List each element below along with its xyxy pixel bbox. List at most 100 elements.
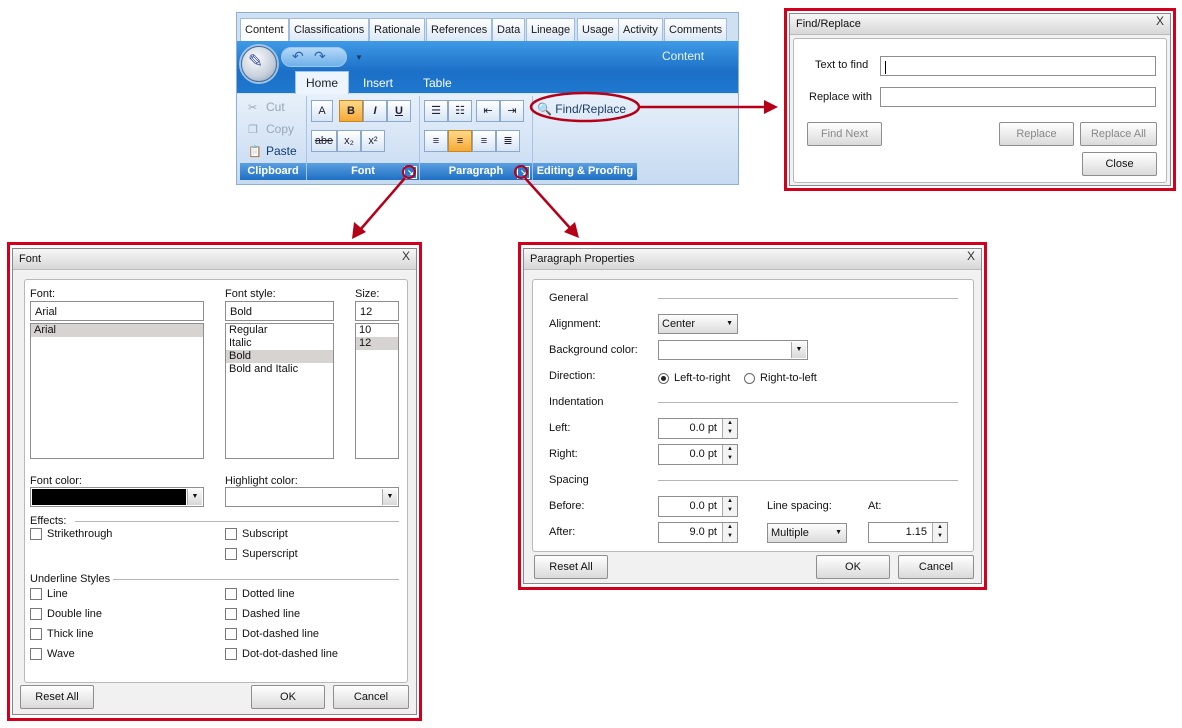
close-icon[interactable]: X	[1156, 14, 1164, 28]
checkbox-box	[30, 648, 42, 660]
paragraph-dialog: Paragraph Properties X General Alignment…	[523, 248, 982, 584]
indentation-divider	[658, 402, 958, 403]
background-color-picker[interactable]: ▼	[658, 340, 808, 360]
chevron-down-icon: ▼	[187, 489, 202, 505]
spacing-before-spinner[interactable]: 0.0 pt ▲ ▼	[658, 496, 738, 517]
font-list[interactable]: Arial	[30, 323, 204, 459]
font-color-picker[interactable]: ▼	[30, 487, 204, 507]
spin-up-icon[interactable]: ▲	[723, 497, 737, 506]
ok-button[interactable]: OK	[816, 555, 890, 579]
spin-down-icon[interactable]: ▼	[723, 532, 737, 541]
line-spacing-select[interactable]: Multiple ▼	[767, 523, 847, 543]
highlight-color-picker[interactable]: ▼	[225, 487, 399, 507]
checkbox-box	[225, 528, 237, 540]
list-item[interactable]: Italic	[226, 337, 333, 350]
checkbox-box	[225, 548, 237, 560]
arrowhead-find-replace	[764, 100, 778, 114]
checkbox-box	[30, 588, 42, 600]
font-input[interactable]: Arial	[30, 301, 204, 321]
indentation-heading: Indentation	[549, 396, 604, 408]
rtl-radio[interactable]: Right-to-left	[744, 372, 817, 384]
alignment-label: Alignment:	[549, 318, 601, 330]
strikethrough-checkbox[interactable]: Strikethrough	[30, 528, 112, 540]
spin-up-icon[interactable]: ▲	[723, 445, 737, 454]
find-replace-frame: Find/Replace X Text to find Replace with…	[784, 8, 1176, 191]
size-list[interactable]: 10 12	[355, 323, 399, 459]
checkbox-box	[225, 588, 237, 600]
underline-styles-label: Underline Styles	[30, 573, 111, 585]
line-spacing-at-spinner[interactable]: 1.15 ▲ ▼	[868, 522, 948, 543]
font-style-list[interactable]: Regular Italic Bold Bold and Italic	[225, 323, 334, 459]
line-spacing-label: Line spacing:	[767, 500, 832, 512]
dialog-title: Font	[13, 249, 416, 270]
size-label: Size:	[355, 288, 380, 300]
underline-dot-dashed-checkbox[interactable]: Dot-dashed line	[225, 628, 319, 640]
list-item[interactable]: 12	[356, 337, 398, 350]
alignment-select[interactable]: Center ▼	[658, 314, 738, 334]
effects-label: Effects:	[30, 515, 67, 527]
spin-down-icon[interactable]: ▼	[933, 532, 947, 541]
checkbox-box	[225, 608, 237, 620]
direction-label: Direction:	[549, 370, 596, 382]
chevron-down-icon: ▼	[791, 342, 806, 358]
ltr-radio[interactable]: Left-to-right	[658, 372, 730, 384]
replace-with-input[interactable]	[880, 87, 1156, 107]
dialog-title: Paragraph Properties	[524, 249, 981, 270]
underline-double-checkbox[interactable]: Double line	[30, 608, 102, 620]
background-color-label: Background color:	[549, 344, 638, 356]
spin-up-icon[interactable]: ▲	[723, 523, 737, 532]
close-icon[interactable]: X	[402, 249, 410, 263]
cancel-button[interactable]: Cancel	[333, 685, 409, 709]
replace-with-label: Replace with	[809, 91, 872, 103]
text-to-find-input[interactable]	[880, 56, 1156, 76]
after-label: After:	[549, 526, 576, 538]
list-item[interactable]: Bold and Italic	[226, 363, 333, 376]
close-button[interactable]: Close	[1082, 152, 1157, 176]
ok-button[interactable]: OK	[251, 685, 325, 709]
reset-all-button[interactable]: Reset All	[20, 685, 94, 709]
spin-up-icon[interactable]: ▲	[723, 419, 737, 428]
find-replace-highlight	[529, 91, 641, 123]
subscript-checkbox[interactable]: Subscript	[225, 528, 288, 540]
list-item[interactable]: 10	[356, 324, 398, 337]
spin-up-icon[interactable]: ▲	[933, 523, 947, 532]
superscript-checkbox[interactable]: Superscript	[225, 548, 298, 560]
checkbox-box	[30, 628, 42, 640]
radio-dot	[658, 372, 669, 384]
close-icon[interactable]: X	[967, 249, 975, 263]
font-frame: Font X Font: Arial Arial Font style: Bol…	[7, 242, 422, 721]
list-item[interactable]: Bold	[226, 350, 333, 363]
font-color-swatch	[32, 489, 186, 505]
paragraph-frame: Paragraph Properties X General Alignment…	[518, 242, 987, 590]
underline-dotted-checkbox[interactable]: Dotted line	[225, 588, 295, 600]
highlight-color-label: Highlight color:	[225, 475, 298, 487]
find-next-button[interactable]: Find Next	[807, 122, 882, 146]
underline-wave-checkbox[interactable]: Wave	[30, 648, 75, 660]
underline-dot-dot-dashed-checkbox[interactable]: Dot-dot-dashed line	[225, 648, 338, 660]
spin-down-icon[interactable]: ▼	[723, 506, 737, 515]
list-item[interactable]: Arial	[31, 324, 203, 337]
reset-all-button[interactable]: Reset All	[534, 555, 608, 579]
checkbox-box	[225, 648, 237, 660]
find-replace-dialog: Find/Replace X Text to find Replace with…	[789, 13, 1171, 186]
left-indent-spinner[interactable]: 0.0 pt ▲ ▼	[658, 418, 738, 439]
underline-line-checkbox[interactable]: Line	[30, 588, 68, 600]
size-input[interactable]: 12	[355, 301, 399, 321]
chevron-down-icon: ▼	[726, 320, 733, 327]
replace-button[interactable]: Replace	[999, 122, 1074, 146]
chevron-down-icon: ▼	[382, 489, 397, 505]
underline-dashed-checkbox[interactable]: Dashed line	[225, 608, 300, 620]
spacing-after-spinner[interactable]: 9.0 pt ▲ ▼	[658, 522, 738, 543]
cancel-button[interactable]: Cancel	[898, 555, 974, 579]
spin-down-icon[interactable]: ▼	[723, 454, 737, 463]
spacing-heading: Spacing	[549, 474, 589, 486]
font-launcher-highlight	[402, 165, 416, 179]
chevron-down-icon: ▼	[835, 529, 842, 536]
underline-thick-checkbox[interactable]: Thick line	[30, 628, 93, 640]
right-indent-spinner[interactable]: 0.0 pt ▲ ▼	[658, 444, 738, 465]
spin-down-icon[interactable]: ▼	[723, 428, 737, 437]
checkbox-box	[30, 528, 42, 540]
list-item[interactable]: Regular	[226, 324, 333, 337]
font-style-input[interactable]: Bold	[225, 301, 334, 321]
replace-all-button[interactable]: Replace All	[1080, 122, 1157, 146]
